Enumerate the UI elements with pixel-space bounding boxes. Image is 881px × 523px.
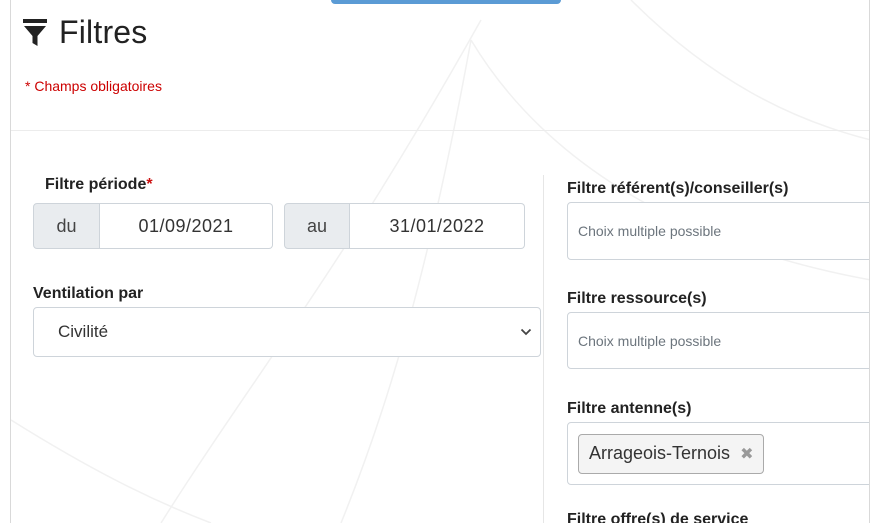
filters-panel: Filtres * Champs obligatoires Filtre pér… (10, 0, 870, 523)
date-to-input[interactable]: 31/01/2022 (350, 203, 525, 249)
remove-chip-icon[interactable]: ✖ (740, 444, 753, 464)
column-divider (543, 175, 544, 523)
antennes-filter-label: Filtre antenne(s) (567, 400, 692, 417)
ventilation-select[interactable]: Civilité (33, 307, 541, 357)
period-filter-label-text: Filtre période (45, 176, 147, 193)
chevron-down-icon (520, 328, 532, 336)
ventilation-selected-value: Civilité (58, 322, 109, 341)
referents-filter-label: Filtre référent(s)/conseiller(s) (567, 180, 789, 197)
title-row: Filtres (23, 14, 148, 51)
required-asterisk: * (146, 176, 153, 193)
ventilation-label: Ventilation par (33, 285, 144, 302)
ressources-placeholder: Choix multiple possible (578, 332, 722, 349)
antenne-chip-label: Arrageois-Ternois (589, 443, 731, 463)
required-fields-note: * Champs obligatoires (25, 78, 162, 94)
referents-placeholder: Choix multiple possible (578, 223, 722, 239)
antenne-chip: Arrageois-Ternois ✖ (578, 433, 765, 474)
offres-filter-label: Filtre offre(s) de service (567, 511, 749, 523)
period-filter-label: Filtre période* (45, 176, 153, 194)
antennes-multiselect[interactable]: Arrageois-Ternois ✖ (567, 422, 869, 485)
top-accent-bar (331, 0, 561, 4)
date-from-prefix: du (33, 203, 100, 249)
date-from-input[interactable]: 01/09/2021 (100, 203, 273, 249)
filter-icon (23, 18, 47, 46)
ressources-multiselect[interactable]: Choix multiple possible (567, 312, 869, 369)
header-separator (11, 130, 869, 131)
referents-multiselect[interactable]: Choix multiple possible (567, 202, 869, 260)
date-to-prefix: au (284, 203, 350, 249)
ressources-filter-label: Filtre ressource(s) (567, 290, 707, 307)
page-title: Filtres (59, 14, 148, 50)
